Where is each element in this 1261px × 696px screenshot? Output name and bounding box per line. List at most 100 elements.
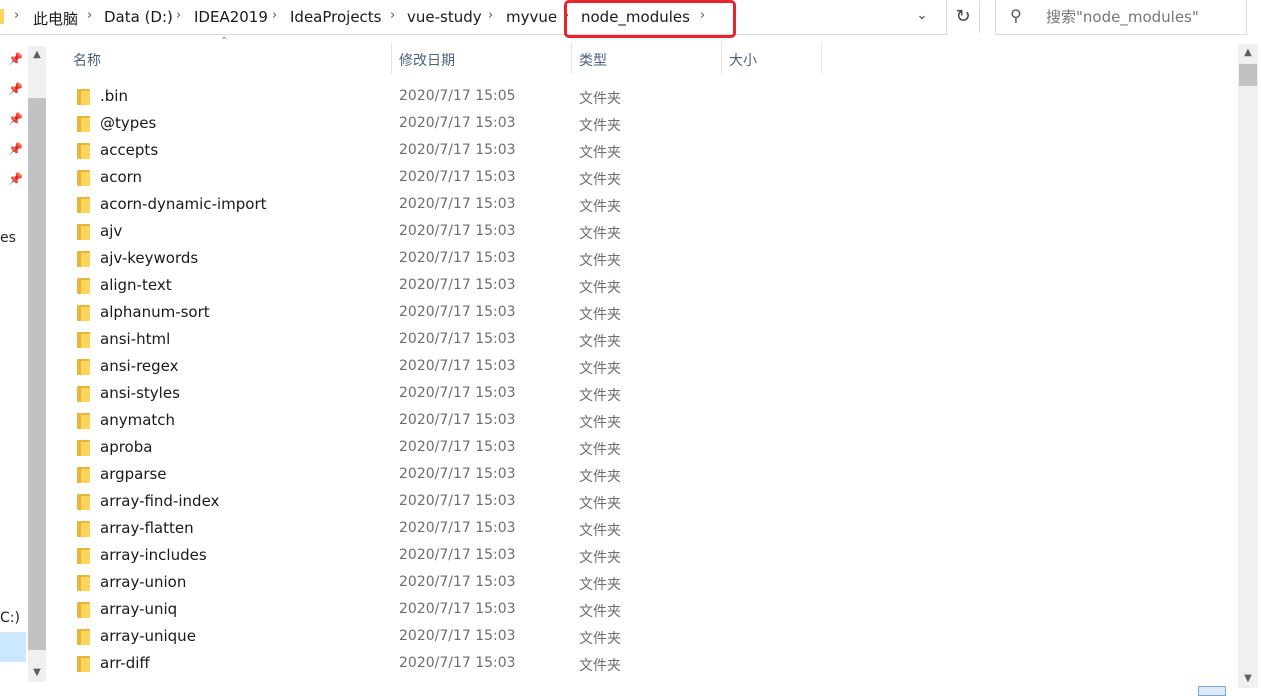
file-name[interactable]: .bin (100, 87, 128, 105)
breadcrumb-separator-icon[interactable]: › (14, 8, 19, 23)
file-row[interactable]: align-text 2020/7/17 15:03 文件夹 (60, 273, 1236, 300)
pin-icon[interactable]: 📌 (8, 82, 23, 96)
file-name[interactable]: alphanum-sort (100, 303, 210, 321)
file-name[interactable]: ansi-html (100, 330, 170, 348)
breadcrumb-separator-icon[interactable]: › (176, 8, 181, 23)
file-row[interactable]: array-find-index 2020/7/17 15:03 文件夹 (60, 489, 1236, 516)
folder-icon (77, 494, 90, 510)
file-type: 文件夹 (579, 604, 621, 620)
file-row[interactable]: ansi-html 2020/7/17 15:03 文件夹 (60, 327, 1236, 354)
breadcrumb-item-ideaprojects[interactable]: IdeaProjects (290, 8, 382, 26)
file-row[interactable]: aproba 2020/7/17 15:03 文件夹 (60, 435, 1236, 462)
column-header-date[interactable]: 修改日期 (399, 50, 455, 70)
file-row[interactable]: ansi-regex 2020/7/17 15:03 文件夹 (60, 354, 1236, 381)
file-row[interactable]: acorn-dynamic-import 2020/7/17 15:03 文件夹 (60, 192, 1236, 219)
file-row[interactable]: array-includes 2020/7/17 15:03 文件夹 (60, 543, 1236, 570)
file-name[interactable]: @types (100, 114, 156, 132)
column-divider[interactable] (571, 42, 572, 74)
breadcrumb-item-this-pc[interactable]: 此电脑 (33, 8, 78, 29)
file-name[interactable]: anymatch (100, 411, 175, 429)
file-name[interactable]: ajv (100, 222, 122, 240)
file-row[interactable]: array-union 2020/7/17 15:03 文件夹 (60, 570, 1236, 597)
column-header-type[interactable]: 类型 (579, 50, 607, 70)
folder-icon (77, 521, 90, 537)
file-name[interactable]: arr-diff (100, 654, 150, 672)
file-row[interactable]: ajv 2020/7/17 15:03 文件夹 (60, 219, 1236, 246)
scroll-down-icon[interactable]: ▼ (1238, 670, 1258, 688)
file-row[interactable]: acorn 2020/7/17 15:03 文件夹 (60, 165, 1236, 192)
file-row[interactable]: alphanum-sort 2020/7/17 15:03 文件夹 (60, 300, 1236, 327)
pin-icon[interactable]: 📌 (8, 172, 23, 186)
file-type: 文件夹 (579, 442, 621, 458)
file-row[interactable]: array-unique 2020/7/17 15:03 文件夹 (60, 624, 1236, 651)
nav-scrollbar-thumb[interactable] (28, 98, 46, 650)
search-box[interactable]: ⚲ (995, 0, 1247, 35)
scroll-down-icon[interactable]: ▼ (28, 664, 46, 682)
navigation-pane: 📌 📌 📌 📌 📌 es C:) ▲ ▼ (0, 36, 48, 694)
address-dropdown-chevron-icon[interactable]: ⌄ (911, 8, 933, 28)
file-name[interactable]: ansi-regex (100, 357, 179, 375)
breadcrumb-separator-icon[interactable]: › (272, 8, 277, 23)
file-name[interactable]: acorn-dynamic-import (100, 195, 267, 213)
column-divider[interactable] (391, 42, 392, 74)
file-name[interactable]: array-includes (100, 546, 207, 564)
pin-icon[interactable]: 📌 (8, 142, 23, 156)
file-row[interactable]: argparse 2020/7/17 15:03 文件夹 (60, 462, 1236, 489)
file-modified-date: 2020/7/17 15:03 (399, 304, 516, 320)
file-row[interactable]: ajv-keywords 2020/7/17 15:03 文件夹 (60, 246, 1236, 273)
file-name[interactable]: accepts (100, 141, 158, 159)
file-type: 文件夹 (579, 658, 621, 674)
pin-icon[interactable]: 📌 (8, 52, 23, 66)
scroll-up-icon[interactable]: ▲ (28, 46, 46, 64)
file-name[interactable]: align-text (100, 276, 172, 294)
file-name[interactable]: aproba (100, 438, 152, 456)
file-list-scrollbar[interactable]: ▲ ▼ (1238, 44, 1258, 688)
column-header-name[interactable]: 名称 (73, 50, 101, 70)
breadcrumb-separator-icon[interactable]: › (488, 8, 493, 23)
nav-item-label[interactable]: C:) (0, 610, 20, 626)
column-divider[interactable] (721, 42, 722, 74)
nav-item-label[interactable]: es (0, 230, 16, 246)
breadcrumb-separator-icon[interactable]: › (390, 8, 395, 23)
folder-icon (0, 9, 4, 24)
file-row[interactable]: ansi-styles 2020/7/17 15:03 文件夹 (60, 381, 1236, 408)
nav-selected-item[interactable] (0, 632, 26, 662)
breadcrumb-item-vue-study[interactable]: vue-study (407, 8, 482, 26)
file-name[interactable]: ajv-keywords (100, 249, 198, 267)
search-input[interactable] (1046, 8, 1236, 26)
file-name[interactable]: ansi-styles (100, 384, 180, 402)
file-name[interactable]: array-flatten (100, 519, 194, 537)
file-name[interactable]: array-uniq (100, 600, 177, 618)
column-divider[interactable] (821, 42, 822, 74)
file-name[interactable]: array-find-index (100, 492, 219, 510)
pin-icon[interactable]: 📌 (8, 112, 23, 126)
file-row[interactable]: array-uniq 2020/7/17 15:03 文件夹 (60, 597, 1236, 624)
address-bar[interactable]: › 此电脑 › Data (D:) › IDEA2019 › IdeaProje… (0, 0, 947, 35)
file-list-scrollbar-thumb[interactable] (1239, 64, 1257, 86)
file-modified-date: 2020/7/17 15:03 (399, 250, 516, 266)
file-row[interactable]: accepts 2020/7/17 15:03 文件夹 (60, 138, 1236, 165)
breadcrumb-item-myvue[interactable]: myvue (506, 8, 557, 26)
file-name[interactable]: array-unique (100, 627, 196, 645)
file-modified-date: 2020/7/17 15:03 (399, 493, 516, 509)
file-row[interactable]: array-flatten 2020/7/17 15:03 文件夹 (60, 516, 1236, 543)
file-name[interactable]: acorn (100, 168, 142, 186)
file-type: 文件夹 (579, 388, 621, 404)
details-view-icon[interactable] (1198, 686, 1226, 696)
breadcrumb-separator-icon[interactable]: › (87, 8, 92, 23)
nav-scrollbar[interactable]: ▲ ▼ (28, 46, 46, 682)
file-row[interactable]: anymatch 2020/7/17 15:03 文件夹 (60, 408, 1236, 435)
file-row[interactable]: .bin 2020/7/17 15:05 文件夹 (60, 84, 1236, 111)
file-type: 文件夹 (579, 199, 621, 215)
file-row[interactable]: arr-diff 2020/7/17 15:03 文件夹 (60, 651, 1236, 678)
breadcrumb-item-idea2019[interactable]: IDEA2019 (194, 8, 268, 26)
scroll-up-icon[interactable]: ▲ (1238, 44, 1258, 62)
file-name[interactable]: argparse (100, 465, 167, 483)
file-row[interactable]: @types 2020/7/17 15:03 文件夹 (60, 111, 1236, 138)
file-type: 文件夹 (579, 361, 621, 377)
file-modified-date: 2020/7/17 15:03 (399, 115, 516, 131)
column-header-size[interactable]: 大小 (729, 50, 757, 70)
refresh-icon[interactable]: ↻ (947, 1, 980, 33)
breadcrumb-item-data-d[interactable]: Data (D:) (104, 8, 173, 26)
file-name[interactable]: array-union (100, 573, 186, 591)
